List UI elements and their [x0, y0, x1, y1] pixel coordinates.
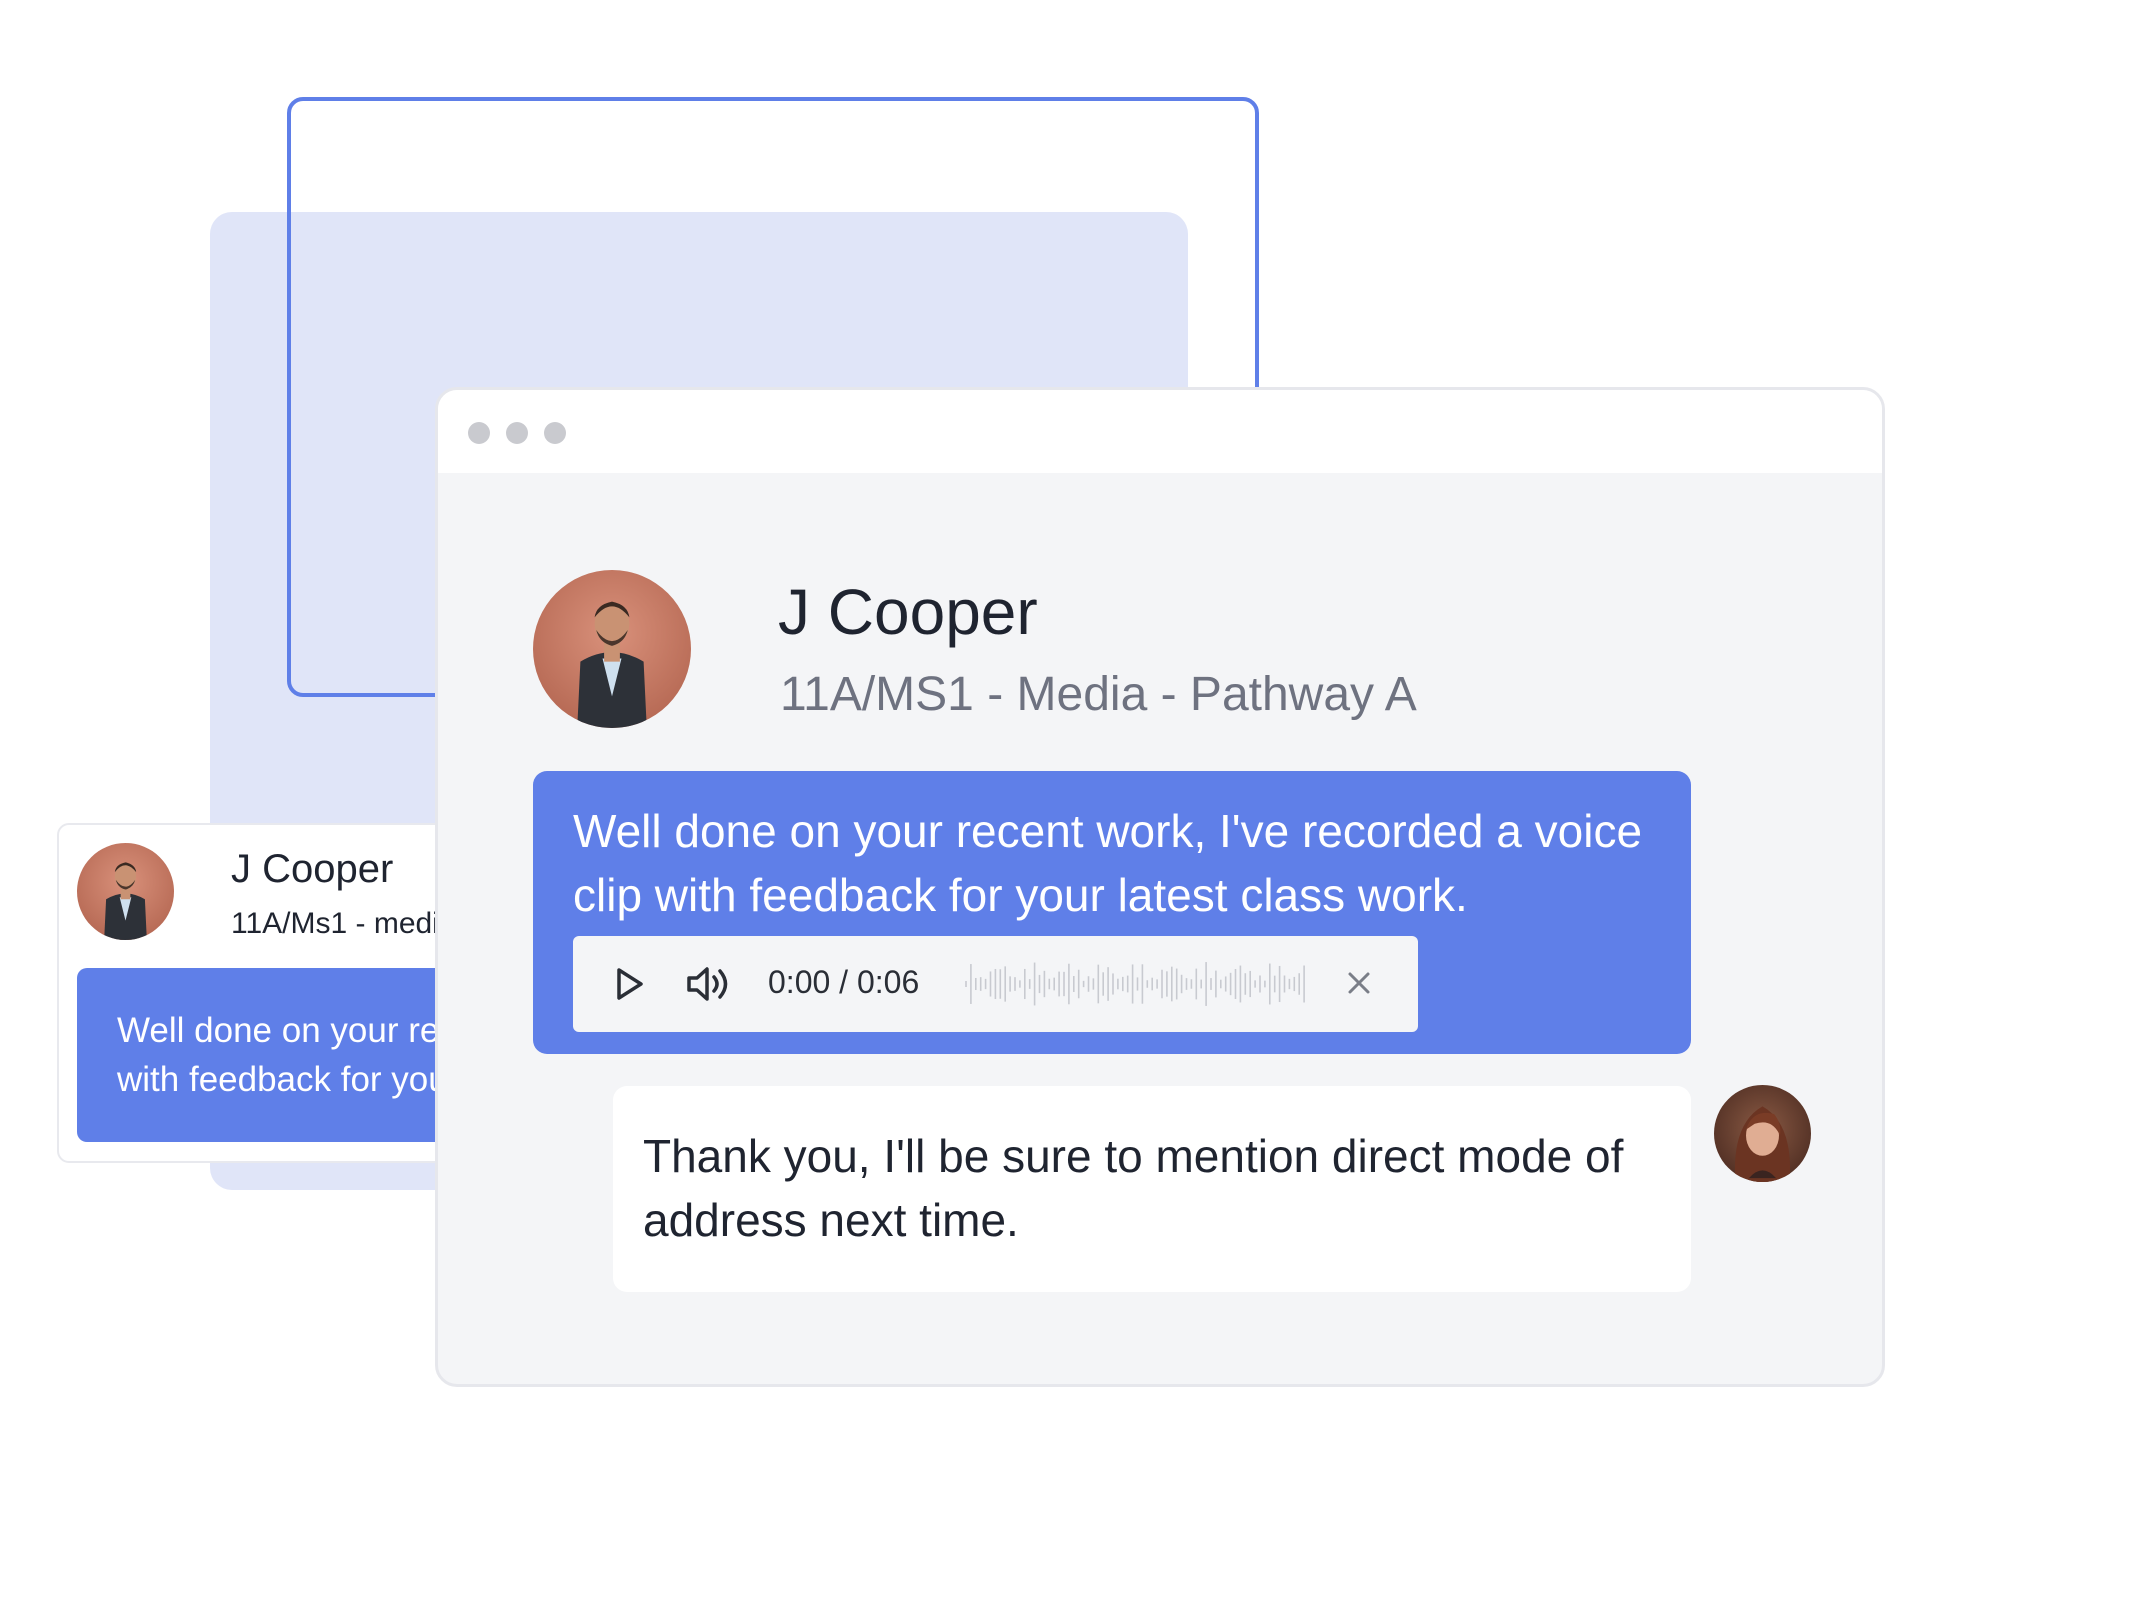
- window-title-bar: [438, 390, 1882, 473]
- small-sender-name: J Cooper: [231, 847, 394, 891]
- sender-subtitle: 11A/MS1 - Media - Pathway A: [780, 668, 1417, 721]
- sender-name: J Cooper: [778, 576, 1038, 648]
- student-avatar: [1714, 1085, 1811, 1182]
- play-icon[interactable]: [611, 966, 647, 1002]
- close-icon[interactable]: [1345, 969, 1373, 997]
- audio-waveform[interactable]: [963, 960, 1313, 1008]
- small-teacher-avatar: [77, 843, 174, 940]
- teacher-avatar: [533, 570, 691, 728]
- chat-window: J Cooper 11A/MS1 - Media - Pathway A Wel…: [435, 387, 1885, 1387]
- audio-time-display: 0:00 / 0:06: [768, 964, 920, 1000]
- student-reply-text: Thank you, I'll be sure to mention direc…: [643, 1130, 1624, 1246]
- window-control-dot-icon[interactable]: [506, 422, 528, 444]
- teacher-message-bubble: Well done on your recent work, I've reco…: [533, 771, 1691, 1054]
- volume-icon[interactable]: [685, 964, 737, 1004]
- teacher-message-text: Well done on your recent work, I've reco…: [573, 805, 1643, 921]
- window-control-dot-icon[interactable]: [468, 422, 490, 444]
- audio-player: 0:00 / 0:06: [573, 936, 1418, 1032]
- window-control-dot-icon[interactable]: [544, 422, 566, 444]
- small-sender-subtitle: 11A/Ms1 - media: [231, 907, 456, 940]
- student-reply-bubble: Thank you, I'll be sure to mention direc…: [613, 1086, 1691, 1292]
